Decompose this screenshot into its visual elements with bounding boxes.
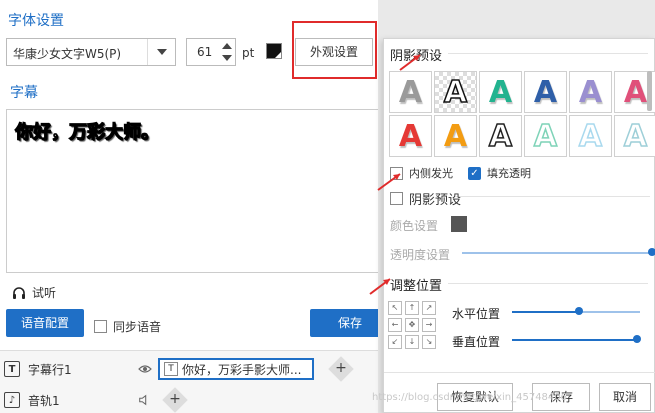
arrow-right-icon[interactable]: → xyxy=(422,318,436,332)
style-preset-glyph: A xyxy=(443,118,468,154)
annotation-arrow-icon xyxy=(399,54,421,71)
style-preset-glyph: A xyxy=(398,74,423,110)
arrow-up-right-icon[interactable]: ↗ xyxy=(422,301,436,315)
horizontal-slider-fill xyxy=(512,311,579,313)
scrollbar[interactable] xyxy=(647,71,652,111)
style-preset-glyph: A xyxy=(488,74,513,110)
clip-text: 你好，万彩手影大师... xyxy=(182,362,302,377)
timeline: T 字幕行1 T 你好，万彩手影大师... + ♪ 音轨1 + xyxy=(0,350,390,413)
color-setting-label: 颜色设置 xyxy=(390,219,439,233)
shadow-color-picker[interactable] xyxy=(451,216,467,232)
style-preset-teal[interactable]: A xyxy=(479,71,522,113)
fill-transparent-checkbox[interactable]: ✓ 填充透明 xyxy=(468,165,531,181)
style-preset-pencil-gray[interactable]: A xyxy=(389,71,432,113)
inner-glow-label: 内侧发光 xyxy=(409,167,453,180)
subtitle-clip[interactable]: T 你好，万彩手影大师... xyxy=(158,358,314,380)
eye-icon[interactable] xyxy=(138,364,152,374)
subtitle-textarea[interactable]: 你好，万彩大师。 xyxy=(6,109,390,273)
font-family-value: 华康少女文字W5(P) xyxy=(13,47,122,61)
font-color-picker[interactable] xyxy=(266,43,282,59)
speaker-icon[interactable] xyxy=(138,394,150,406)
sync-voice-label: 同步语音 xyxy=(113,320,162,334)
style-preset-blue[interactable]: A xyxy=(524,71,567,113)
divider xyxy=(448,53,648,54)
style-preset-glyph: A xyxy=(533,74,558,110)
add-keyframe-button[interactable]: + xyxy=(328,356,354,382)
adjust-position-title: 调整位置 xyxy=(390,279,443,294)
font-size-value: 61 xyxy=(197,45,213,59)
add-audio-button[interactable]: + xyxy=(162,387,188,413)
sync-voice-checkbox[interactable]: 同步语音 xyxy=(94,318,161,335)
style-preset-grid: AAAAAAAAAAAA xyxy=(389,71,655,157)
center-icon[interactable]: ✥ xyxy=(405,318,419,332)
checkbox-icon xyxy=(390,192,403,205)
divider xyxy=(454,196,650,197)
style-preset-mint-outline[interactable]: A xyxy=(524,115,567,157)
chevron-down-icon[interactable] xyxy=(147,39,175,65)
fill-transparent-label: 填充透明 xyxy=(487,167,531,180)
annotation-arrow-icon xyxy=(369,278,391,295)
style-preset-orange[interactable]: A xyxy=(434,115,477,157)
font-size-stepper[interactable]: 61 xyxy=(186,38,236,66)
appearance-panel: 阴影预设 AAAAAAAAAAAA 内侧发光 ✓ 填充透明 阴影预设 颜色设置 … xyxy=(383,38,655,413)
shadow-preset-check-label: 阴影预设 xyxy=(409,193,462,208)
horizontal-position-label: 水平位置 xyxy=(452,307,501,321)
arrow-down-right-icon[interactable]: ↘ xyxy=(422,335,436,349)
style-preset-glyph: A xyxy=(398,118,423,154)
arrow-down-left-icon[interactable]: ↙ xyxy=(388,335,402,349)
arrow-up-left-icon[interactable]: ↖ xyxy=(388,301,402,315)
divider xyxy=(448,283,648,284)
font-family-select[interactable]: 华康少女文字W5(P) xyxy=(6,38,176,66)
style-preset-glyph: A xyxy=(578,74,603,110)
font-size-unit: pt xyxy=(242,46,255,60)
headphones-icon xyxy=(13,286,25,299)
opacity-setting-label: 透明度设置 xyxy=(390,248,451,262)
style-preset-glyph: A xyxy=(623,74,648,110)
subtitle-track-label: 字幕行1 xyxy=(28,362,72,377)
style-preset-glyph: A xyxy=(533,118,558,155)
annotation-arrow-icon xyxy=(377,173,401,191)
text-clip-icon: T xyxy=(164,362,178,376)
stepper-arrows-icon[interactable] xyxy=(221,41,233,63)
position-pad[interactable]: ↖ ↑ ↗ ← ✥ → ↙ ↓ ↘ xyxy=(388,301,438,351)
watermark-text: https://blog.csdn.net/weixin_45748406 xyxy=(372,392,568,403)
style-preset-outline-checker[interactable]: A xyxy=(434,71,477,113)
opacity-slider[interactable] xyxy=(462,252,652,254)
music-track-icon: ♪ xyxy=(4,392,20,408)
horizontal-slider-knob[interactable] xyxy=(574,307,583,315)
audio-track-label: 音轨1 xyxy=(28,393,60,408)
voice-config-button[interactable]: 语音配置 xyxy=(6,309,84,337)
font-settings-title: 字体设置 xyxy=(8,13,64,29)
vertical-slider-knob[interactable] xyxy=(633,335,642,343)
style-preset-glyph: A xyxy=(578,118,603,155)
style-preset-black-outline[interactable]: A xyxy=(479,115,522,157)
style-preset-aqua-outline[interactable]: A xyxy=(614,115,655,157)
arrow-down-icon[interactable]: ↓ xyxy=(405,335,419,349)
style-preset-red[interactable]: A xyxy=(389,115,432,157)
listen-label: 试听 xyxy=(32,286,57,300)
style-preset-glyph: A xyxy=(443,74,468,111)
checkmark-icon: ✓ xyxy=(468,166,481,180)
subtitle-text: 你好，万彩大师。 xyxy=(15,122,160,144)
subtitle-title: 字幕 xyxy=(10,85,38,101)
subtitle-editor: 字体设置 华康少女文字W5(P) 61 pt 外观设置 字幕 你好，万彩大师。 … xyxy=(0,0,390,350)
vertical-position-label: 垂直位置 xyxy=(452,335,501,349)
style-preset-sky-outline[interactable]: A xyxy=(569,115,612,157)
checkbox-icon xyxy=(94,320,107,333)
style-preset-lavender[interactable]: A xyxy=(569,71,612,113)
arrow-left-icon[interactable]: ← xyxy=(388,318,402,332)
opacity-slider-knob[interactable] xyxy=(648,248,655,256)
arrow-up-icon[interactable]: ↑ xyxy=(405,301,419,315)
style-preset-glyph: A xyxy=(488,118,513,155)
style-preset-glyph: A xyxy=(623,118,648,155)
appearance-settings-button[interactable]: 外观设置 xyxy=(295,38,373,66)
divider xyxy=(384,372,655,373)
listen-button[interactable]: 试听 xyxy=(12,284,56,301)
audio-track[interactable]: ♪ 音轨1 xyxy=(0,385,390,413)
text-track-icon: T xyxy=(4,361,20,377)
vertical-slider-fill xyxy=(512,339,638,341)
